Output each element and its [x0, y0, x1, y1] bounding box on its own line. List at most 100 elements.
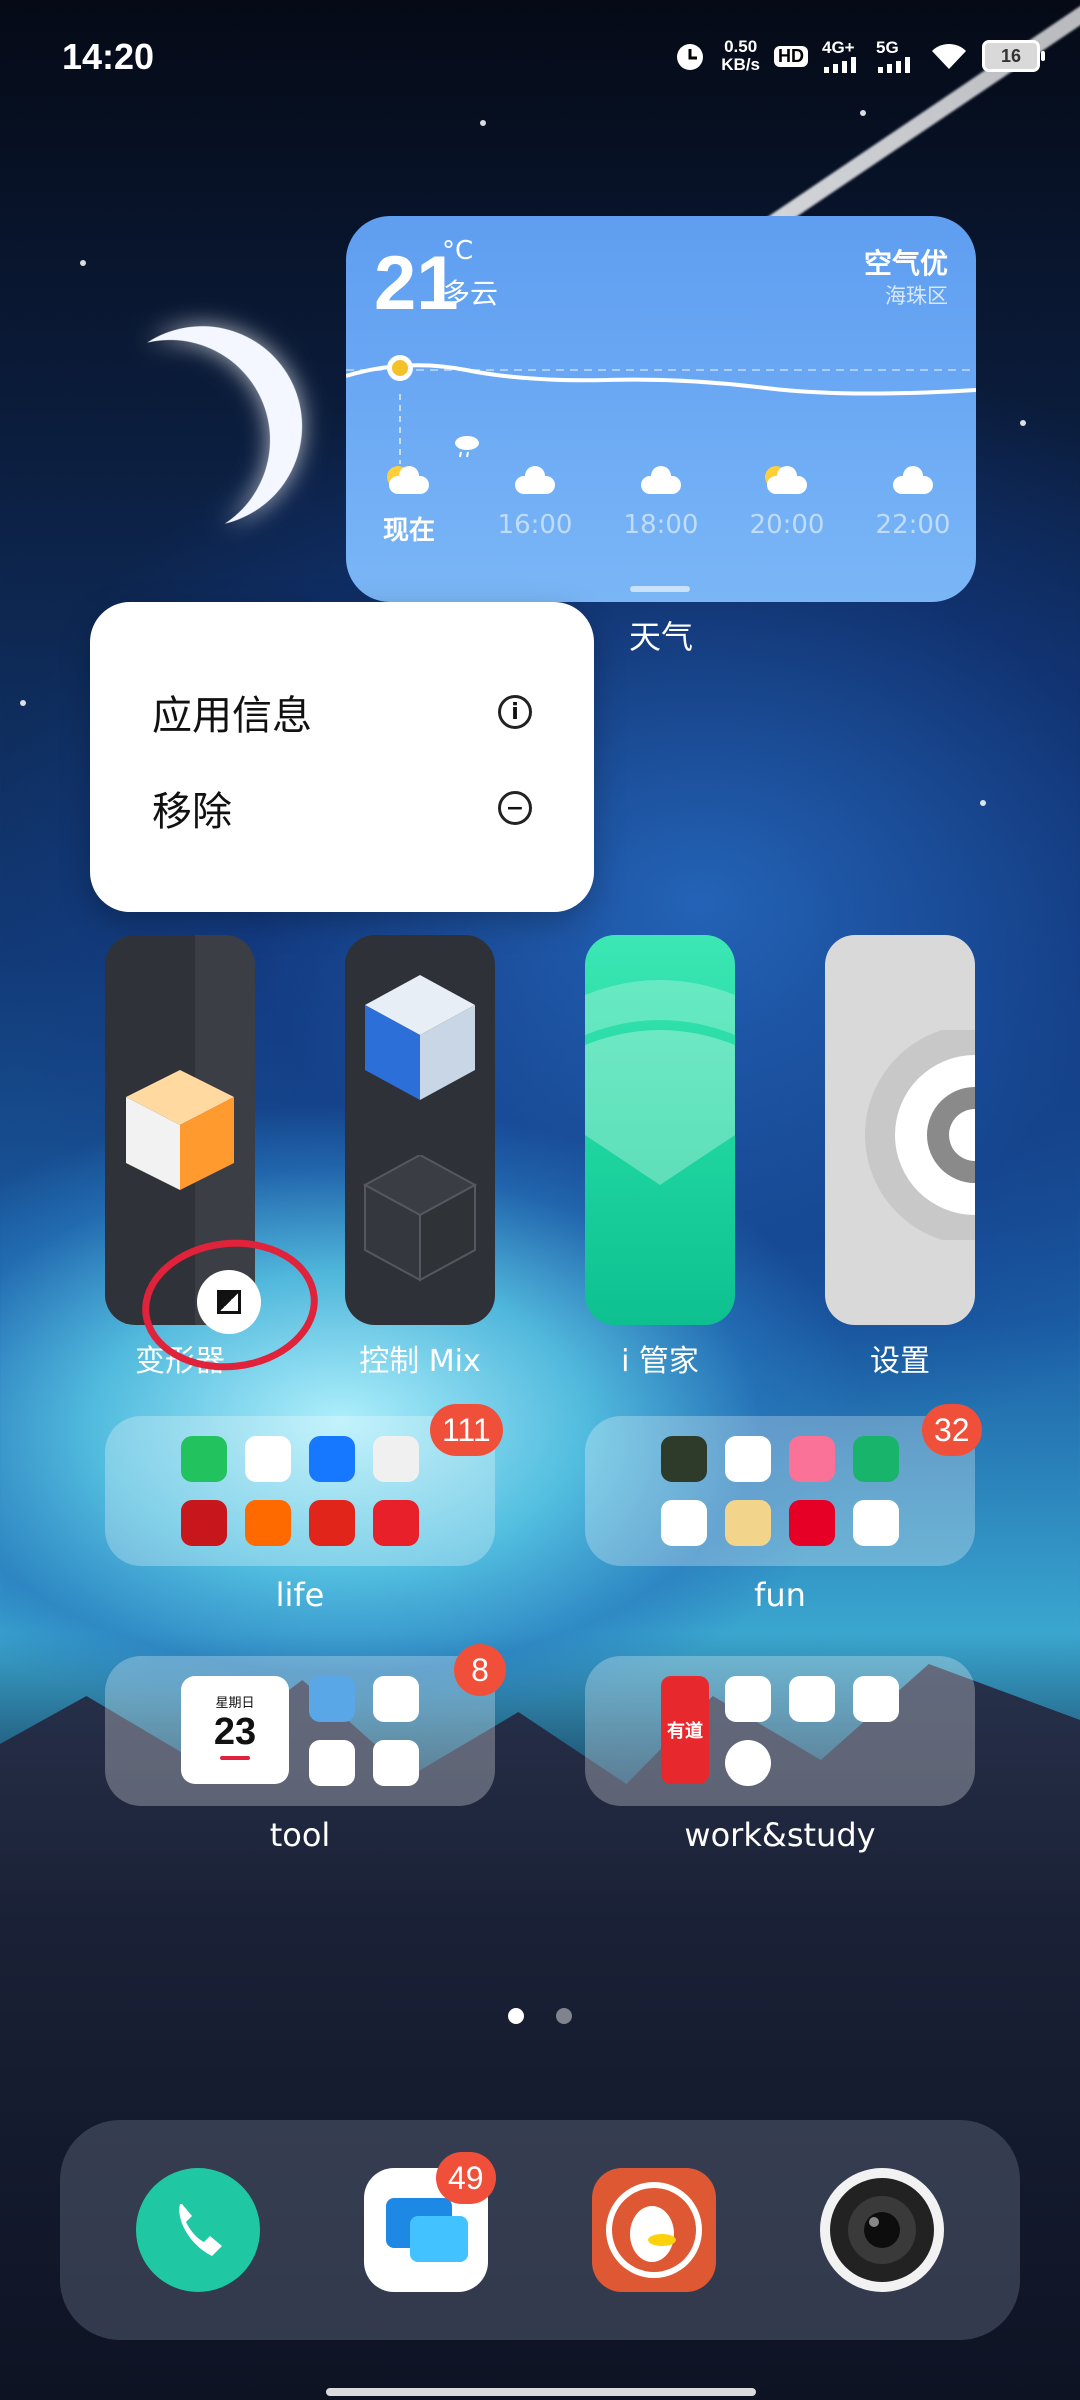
app-card-settings[interactable] — [825, 935, 975, 1325]
folder-badge-tool: 8 — [454, 1644, 506, 1696]
link-app-icon — [853, 1436, 899, 1482]
notes-icon — [373, 1676, 419, 1722]
folder-badge-life: 111 — [430, 1404, 503, 1456]
menu-item-remove[interactable]: 移除 − — [152, 768, 532, 848]
netease-music-icon — [789, 1500, 835, 1546]
star-app-icon — [789, 1676, 835, 1722]
weather-widget[interactable]: 21 °C 多云 空气优 海珠区 现在 16:00 18:00 20:00 22… — [346, 216, 976, 602]
star-dot — [480, 120, 486, 126]
camera-app[interactable] — [820, 2168, 944, 2292]
wreath-icon — [661, 1436, 707, 1482]
alipay-icon — [309, 1436, 355, 1482]
app-label-control-mix: 控制 Mix — [359, 1344, 481, 1379]
youdao-icon: 有道 — [661, 1676, 709, 1784]
page-indicator[interactable] — [556, 2008, 572, 2024]
page-indicator-active[interactable] — [508, 2008, 524, 2024]
calendar-icon: 星期日 23 — [181, 1676, 289, 1784]
menu-item-app-info[interactable]: 应用信息 i — [152, 672, 532, 752]
context-menu: 应用信息 i 移除 − — [90, 602, 594, 912]
star-dot — [980, 800, 986, 806]
net-speed: 0.50 KB/s — [721, 37, 760, 74]
wifi-icon — [932, 43, 966, 69]
partly-cloudy-icon — [385, 466, 433, 496]
star-dot — [20, 700, 26, 706]
air-quality: 空气优 — [863, 247, 948, 280]
app-card-control-mix[interactable] — [345, 935, 495, 1325]
transformer-cube-icon — [126, 1070, 234, 1190]
info-icon: i — [498, 695, 532, 729]
huawei-icon — [181, 1500, 227, 1546]
hd-voice-icon: HD — [774, 45, 808, 67]
star-dot — [1020, 420, 1026, 426]
remove-icon: − — [498, 791, 532, 825]
weather-district: 海珠区 — [885, 284, 948, 308]
snapseed-icon — [853, 1500, 899, 1546]
bird-app-icon — [725, 1676, 771, 1722]
hourly-forecast: 现在 16:00 18:00 20:00 22:00 — [346, 466, 976, 547]
cube-outline-icon — [362, 1155, 478, 1282]
app-label-settings: 设置 — [870, 1344, 930, 1379]
forecast-hour: 22:00 — [853, 466, 973, 547]
circles-icon — [373, 1740, 419, 1786]
music-icon — [373, 1500, 419, 1546]
weather-unit: °C — [442, 236, 474, 266]
qq-icon — [245, 1436, 291, 1482]
forecast-hour: 20:00 — [727, 466, 847, 547]
partly-cloudy-icon — [763, 466, 811, 496]
camera-icon — [830, 2178, 934, 2282]
forecast-hour: 16:00 — [475, 466, 595, 547]
compass-app-icon — [725, 1740, 771, 1786]
cloudy-icon — [511, 466, 559, 496]
folder-label-fun: fun — [754, 1576, 806, 1614]
resize-icon — [217, 1290, 241, 1314]
i-manager-icon — [585, 980, 735, 1185]
wechat-icon — [181, 1436, 227, 1482]
folder-badge-fun: 32 — [922, 1404, 982, 1456]
gesture-navigation-bar[interactable] — [326, 2388, 756, 2396]
lens-icon — [309, 1740, 355, 1786]
folder-work-study[interactable]: 有道 — [585, 1656, 975, 1806]
duckduckgo-app[interactable] — [592, 2168, 716, 2292]
widget-size-toggle-button[interactable] — [197, 1270, 261, 1334]
folder-label-work-study: work&study — [684, 1816, 876, 1854]
moon-illustration — [54, 324, 286, 556]
alarm-icon — [677, 44, 704, 70]
messages-badge: 49 — [436, 2152, 496, 2204]
settings-gear-icon — [865, 1030, 975, 1240]
phone-icon — [179, 2204, 222, 2256]
temperature-curve — [346, 355, 976, 396]
gallery-icon — [309, 1676, 355, 1722]
bilibili-icon — [789, 1436, 835, 1482]
folder-fun[interactable] — [585, 1416, 975, 1566]
forecast-now: 现在 — [349, 466, 469, 547]
maps-icon — [373, 1436, 419, 1482]
widget-resize-handle[interactable] — [630, 586, 690, 592]
forecast-hour: 18:00 — [601, 466, 721, 547]
star-dot — [80, 260, 86, 266]
duckduckgo-icon — [606, 2182, 702, 2278]
status-bar: 14:20 0.50 KB/s HD 4G+ 5G 16 — [0, 0, 1080, 120]
book-app-icon — [853, 1676, 899, 1722]
app-card-i-manager[interactable] — [585, 935, 735, 1325]
battery-icon: 16 — [982, 40, 1045, 72]
folder-label-life: life — [275, 1576, 325, 1614]
cell-signal-icon: 4G+ — [822, 39, 862, 73]
jianshu-icon — [725, 1436, 771, 1482]
weather-condition: 多云 — [442, 277, 499, 310]
jd-icon — [309, 1500, 355, 1546]
control-mix-icon — [365, 975, 475, 1100]
cell-signal-icon: 5G — [876, 39, 916, 73]
folder-tool[interactable]: 星期日 23 — [105, 1656, 495, 1806]
phone-app[interactable] — [136, 2168, 260, 2292]
weibo-icon — [661, 1500, 707, 1546]
wechat-read-icon — [725, 1500, 771, 1546]
now-marker-line — [399, 394, 401, 464]
cloudy-icon — [637, 466, 685, 496]
rain-icon — [455, 436, 479, 458]
taobao-icon — [245, 1500, 291, 1546]
clock: 14:20 — [62, 36, 155, 77]
app-label-i-manager: i 管家 — [621, 1344, 699, 1379]
cloudy-icon — [889, 466, 937, 496]
folder-label-tool: tool — [269, 1816, 331, 1854]
status-icons: 0.50 KB/s HD 4G+ 5G 16 — [673, 37, 1045, 74]
